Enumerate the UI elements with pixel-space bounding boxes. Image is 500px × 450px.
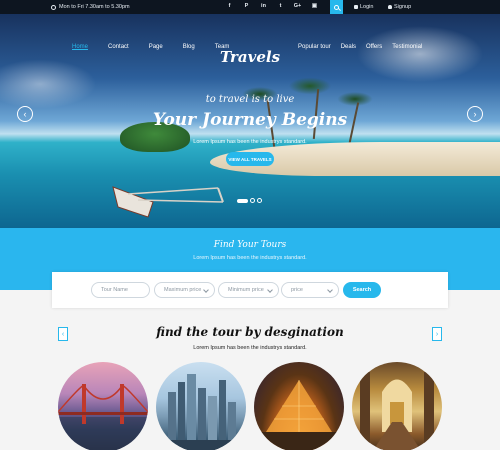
destination-card-cathedral[interactable] — [352, 362, 442, 450]
login-label: Login — [360, 4, 374, 10]
slider-dot[interactable] — [257, 198, 262, 203]
hours-text: Mon to Fri 7.30am to 5.30pm — [59, 4, 130, 10]
maximum-price-select[interactable]: Maximum price — [154, 282, 215, 298]
facebook-icon[interactable]: f — [221, 3, 238, 9]
price-label: price — [291, 287, 303, 293]
signup-label: Signup — [394, 4, 412, 10]
chevron-down-icon — [267, 287, 273, 293]
user-icon — [388, 5, 392, 9]
destinations-subtitle: Lorem Ipsum has been the industrys stand… — [193, 345, 307, 351]
search-button[interactable] — [330, 0, 343, 14]
bridge-image — [58, 384, 148, 450]
site-logo[interactable]: Travels — [0, 48, 500, 66]
destinations-section: ‹ › find the tour by desgination Lorem I… — [0, 290, 500, 450]
hero-slider: Home Contact Page Blog Team Travels Popu… — [0, 14, 500, 228]
tumblr-icon[interactable]: t — [272, 3, 289, 9]
tour-name-placeholder: Tour Name — [101, 287, 128, 293]
destination-card-dubai[interactable] — [156, 362, 246, 450]
top-bar: Mon to Fri 7.30am to 5.30pm f P in t G+ … — [0, 0, 500, 14]
destinations-title: find the tour by desgination — [156, 325, 344, 339]
hero-tagline: to travel is to live — [205, 94, 295, 105]
slider-dot[interactable] — [250, 198, 255, 203]
tour-name-input[interactable]: Tour Name — [91, 282, 150, 298]
hero-headline: Your Journey Begins — [152, 110, 348, 130]
search-icon — [334, 4, 339, 10]
nav-popular-tour[interactable]: Popular tour — [298, 44, 331, 50]
find-tours-subtitle: Lorem Ipsum has been the industrys stand… — [193, 255, 307, 261]
clock-icon — [51, 4, 56, 10]
chevron-down-icon — [327, 287, 333, 293]
maximum-price-label: Maximum price — [164, 287, 202, 293]
skyline-image — [156, 374, 246, 450]
lock-icon — [354, 5, 358, 9]
pinterest-icon[interactable]: P — [238, 3, 255, 9]
minimum-price-label: Minimum price — [228, 287, 264, 293]
nav-right: Popular tour Deals Offers Testimonial — [298, 44, 442, 50]
pyramid-image — [254, 380, 344, 450]
find-tours-title: Find Your Tours — [213, 240, 287, 250]
minimum-price-select[interactable]: Minimum price — [218, 282, 279, 298]
nav-deals[interactable]: Deals — [341, 44, 356, 50]
social-links: f P in t G+ ▣ — [221, 3, 323, 9]
destination-card-golden-gate[interactable] — [58, 362, 148, 450]
linkedin-icon[interactable]: in — [255, 3, 272, 9]
hero-description: Lorem Ipsum has been the industrys stand… — [193, 139, 307, 145]
tour-search-form: Tour Name Maximum price Minimum price pr… — [52, 272, 448, 308]
price-select[interactable]: price — [281, 282, 339, 298]
hero-boat — [112, 186, 224, 218]
chevron-down-icon — [203, 287, 209, 293]
search-submit-button[interactable]: Search — [343, 282, 381, 298]
nav-testimonial[interactable]: Testimonial — [392, 44, 422, 50]
slider-dots — [237, 198, 262, 203]
destination-card-louvre[interactable] — [254, 362, 344, 450]
slider-dot[interactable] — [237, 198, 248, 203]
view-all-travels-button[interactable]: VIEW ALL TRAVELS — [226, 152, 274, 166]
nav-offers[interactable]: Offers — [366, 44, 382, 50]
login-link[interactable]: Login — [354, 4, 373, 10]
cathedral-image — [360, 372, 434, 450]
signup-link[interactable]: Signup — [388, 4, 411, 10]
instagram-icon[interactable]: ▣ — [306, 3, 323, 9]
hours-info: Mon to Fri 7.30am to 5.30pm — [51, 4, 130, 10]
google-plus-icon[interactable]: G+ — [289, 3, 306, 9]
